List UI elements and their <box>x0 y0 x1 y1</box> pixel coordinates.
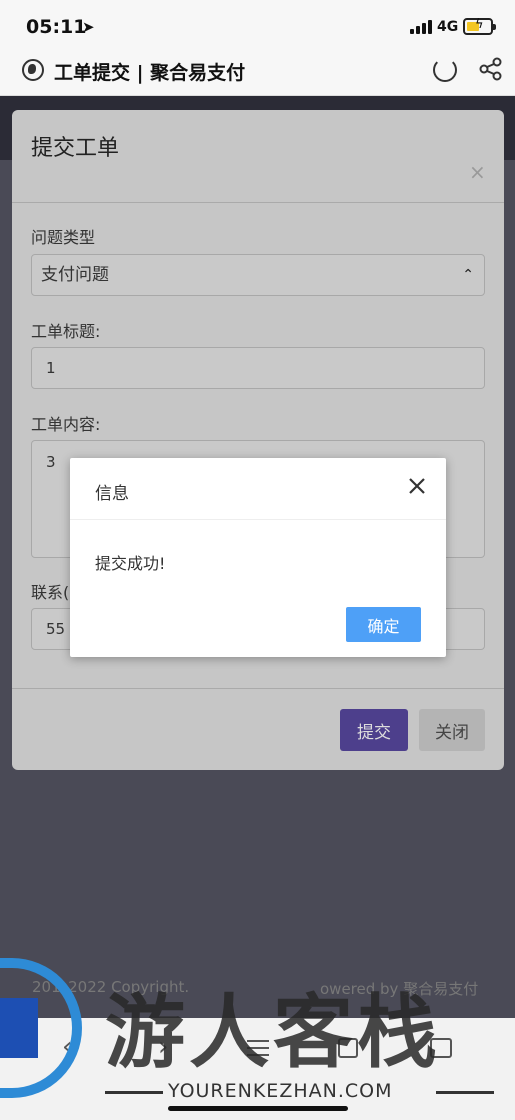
divider <box>12 202 504 203</box>
dialog-divider <box>70 519 446 520</box>
status-bar: 05:11 ➤ 4G ϟ <box>0 0 515 50</box>
page-title: 工单提交 | 聚合易支付 <box>54 62 246 84</box>
select-caret-icon: ⌃ <box>462 267 474 283</box>
dialog-message: 提交成功! <box>95 554 166 573</box>
status-time: 05:11 <box>26 16 87 38</box>
browser-toolbar: 工单提交 | 聚合易支付 <box>0 50 515 96</box>
watermark-url: YOURENKEZHAN.COM <box>168 1080 393 1102</box>
globe-icon[interactable] <box>22 59 44 81</box>
type-label: 问题类型 <box>31 228 96 247</box>
title-label: 工单标题: <box>31 322 101 341</box>
signal-icon <box>410 20 432 34</box>
close-icon[interactable] <box>406 475 428 497</box>
watermark-rule <box>436 1091 494 1094</box>
content-label: 工单内容: <box>31 415 101 434</box>
close-button[interactable]: 关闭 <box>419 709 485 751</box>
confirm-button[interactable]: 确定 <box>346 607 421 642</box>
home-indicator[interactable] <box>168 1106 348 1111</box>
modal-title: 提交工单 <box>31 136 120 161</box>
watermark-text: 游人客栈 <box>105 985 441 1079</box>
share-icon[interactable] <box>478 56 504 82</box>
divider <box>12 688 504 689</box>
dialog-title: 信息 <box>95 484 129 504</box>
contact-label: 联系( <box>31 583 70 602</box>
type-select[interactable]: 支付问题 ⌃ <box>31 254 485 296</box>
watermark-rule <box>105 1091 163 1094</box>
modal-close-icon[interactable]: × <box>469 160 486 184</box>
battery-icon: ϟ <box>463 17 496 35</box>
title-input[interactable]: 1 <box>31 347 485 389</box>
submit-button[interactable]: 提交 <box>340 709 408 751</box>
network-type: 4G <box>437 19 459 35</box>
ticket-modal: 提交工单 × 问题类型 支付问题 ⌃ 工单标题: 1 工单内容: 3 联系( 5… <box>12 110 504 770</box>
info-dialog: 信息 提交成功! 确定 <box>70 458 446 657</box>
reload-icon[interactable] <box>433 58 457 82</box>
type-select-value: 支付问题 <box>41 265 109 285</box>
location-arrow-icon: ➤ <box>82 18 95 36</box>
